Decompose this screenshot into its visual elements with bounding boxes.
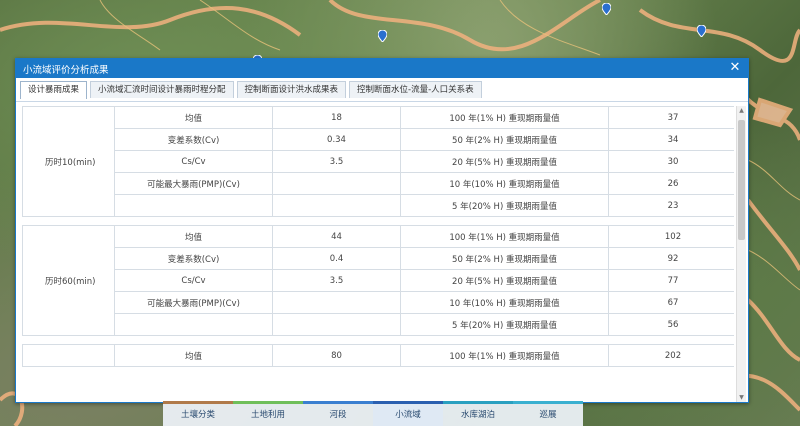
scroll-thumb[interactable]	[738, 120, 745, 240]
param-cell: 均值	[114, 106, 273, 129]
table-row: 均值 80 100 年(1% H) 重现期雨量值 202	[22, 344, 734, 367]
amount-cell: 56	[608, 313, 734, 336]
param-cell: Cs/Cv	[114, 150, 273, 173]
period-cell: 10 年(10% H) 重现期雨量值	[400, 291, 609, 314]
scroll-up-icon[interactable]: ▲	[737, 106, 746, 115]
tab-design-storm[interactable]: 设计暴雨成果	[20, 81, 88, 99]
param-cell: 变差系数(Cv)	[114, 247, 273, 270]
period-cell: 100 年(1% H) 重现期雨量值	[400, 225, 609, 248]
duration-label	[22, 344, 115, 367]
amount-cell: 34	[608, 128, 734, 151]
vertical-scrollbar[interactable]: ▲ ▼	[736, 106, 746, 402]
period-cell: 100 年(1% H) 重现期雨量值	[400, 344, 609, 367]
separator-cell	[22, 216, 734, 226]
value-cell	[272, 291, 401, 314]
layer-button-basin[interactable]: 小流域	[373, 401, 443, 426]
duration-label: 历时60(min)	[22, 225, 115, 336]
group-separator	[22, 216, 734, 226]
table-row: Cs/Cv 3.5 20 年(5% H) 重现期雨量值 77	[23, 269, 734, 292]
param-cell: 可能最大暴雨(PMP)(Cv)	[114, 291, 273, 314]
table-row: 变差系数(Cv) 0.4 50 年(2% H) 重现期雨量值 92	[23, 247, 734, 270]
tab-time-distribution[interactable]: 小流域汇流时间设计暴雨时程分配	[90, 81, 234, 98]
table-row: 变差系数(Cv) 0.34 50 年(2% H) 重现期雨量值 34	[23, 128, 734, 151]
amount-cell: 23	[608, 194, 734, 217]
group-separator	[22, 335, 734, 345]
map-pin-icon[interactable]	[602, 3, 611, 15]
value-cell: 0.4	[272, 247, 401, 270]
period-cell: 10 年(10% H) 重现期雨量值	[400, 172, 609, 195]
amount-cell: 92	[608, 247, 734, 270]
value-cell	[272, 313, 401, 336]
period-cell: 100 年(1% H) 重现期雨量值	[400, 106, 609, 129]
value-cell	[272, 194, 401, 217]
tab-design-flood[interactable]: 控制断面设计洪水成果表	[236, 81, 347, 98]
period-cell: 50 年(2% H) 重现期雨量值	[400, 128, 609, 151]
value-cell: 18	[272, 106, 401, 129]
layer-label: 水库湖泊	[460, 410, 495, 420]
amount-cell: 67	[608, 291, 734, 314]
value-cell	[272, 172, 401, 195]
layer-button-river[interactable]: 河段	[303, 401, 373, 426]
param-cell	[114, 194, 273, 217]
period-cell: 20 年(5% H) 重现期雨量值	[400, 269, 609, 292]
layer-button-patrol[interactable]: 巡展	[513, 401, 583, 426]
layer-label: 河段	[329, 410, 347, 420]
period-cell: 5 年(20% H) 重现期雨量值	[400, 313, 609, 336]
layer-button-reservoir[interactable]: 水库湖泊	[443, 401, 513, 426]
param-cell	[114, 313, 273, 336]
param-cell: Cs/Cv	[114, 269, 273, 292]
param-cell: 均值	[114, 344, 273, 367]
table-row: 5 年(20% H) 重现期雨量值 23	[23, 194, 734, 217]
layer-button-landuse[interactable]: 土地利用	[233, 401, 303, 426]
layer-label: 土壤分类	[180, 410, 215, 420]
amount-cell: 37	[608, 106, 734, 129]
layer-toolbar: 土壤分类 土地利用 河段 小流域 水库湖泊 巡展	[163, 401, 583, 426]
dialog-title: 小流域评价分析成果	[23, 64, 109, 76]
period-cell: 20 年(5% H) 重现期雨量值	[400, 150, 609, 173]
table-row: 可能最大暴雨(PMP)(Cv) 10 年(10% H) 重现期雨量值 26	[23, 172, 734, 195]
param-cell: 可能最大暴雨(PMP)(Cv)	[114, 172, 273, 195]
value-cell: 0.34	[272, 128, 401, 151]
close-icon[interactable]: ✕	[728, 61, 742, 75]
table-row: Cs/Cv 3.5 20 年(5% H) 重现期雨量值 30	[23, 150, 734, 173]
amount-cell: 202	[608, 344, 734, 367]
amount-cell: 77	[608, 269, 734, 292]
table-row: 5 年(20% H) 重现期雨量值 56	[23, 313, 734, 336]
tab-stage-discharge-population[interactable]: 控制断面水位-流量-人口关系表	[349, 81, 482, 98]
separator-cell	[22, 335, 734, 345]
table-row: 可能最大暴雨(PMP)(Cv) 10 年(10% H) 重现期雨量值 67	[23, 291, 734, 314]
layer-button-soil[interactable]: 土壤分类	[163, 401, 233, 426]
table-row: 历时60(min) 均值 44 100 年(1% H) 重现期雨量值 102	[22, 225, 734, 336]
param-cell: 均值	[114, 225, 273, 248]
amount-cell: 102	[608, 225, 734, 248]
results-table-wrap[interactable]: 历时10(min) 均值 18 100 年(1% H) 重现期雨量值 37 变差…	[22, 106, 734, 402]
layer-label: 巡展	[539, 410, 557, 420]
period-cell: 5 年(20% H) 重现期雨量值	[400, 194, 609, 217]
scroll-down-icon[interactable]: ▼	[737, 393, 746, 402]
tab-bar: 设计暴雨成果 小流域汇流时间设计暴雨时程分配 控制断面设计洪水成果表 控制断面水…	[16, 78, 748, 102]
period-cell: 50 年(2% H) 重现期雨量值	[400, 247, 609, 270]
value-cell: 3.5	[272, 269, 401, 292]
table-row: 历时10(min) 均值 18 100 年(1% H) 重现期雨量值 37	[22, 106, 734, 217]
value-cell: 80	[272, 344, 401, 367]
results-table: 历时10(min) 均值 18 100 年(1% H) 重现期雨量值 37 变差…	[22, 106, 734, 367]
dialog-titlebar[interactable]: 小流域评价分析成果 ✕	[16, 59, 748, 78]
map-pin-icon[interactable]	[697, 25, 706, 37]
amount-cell: 26	[608, 172, 734, 195]
value-cell: 3.5	[272, 150, 401, 173]
layer-label: 土地利用	[250, 410, 285, 420]
analysis-dialog: 小流域评价分析成果 ✕ 设计暴雨成果 小流域汇流时间设计暴雨时程分配 控制断面设…	[15, 58, 749, 403]
duration-label: 历时10(min)	[22, 106, 115, 217]
value-cell: 44	[272, 225, 401, 248]
layer-label: 小流域	[395, 410, 421, 420]
map-pin-icon[interactable]	[378, 30, 387, 42]
amount-cell: 30	[608, 150, 734, 173]
param-cell: 变差系数(Cv)	[114, 128, 273, 151]
